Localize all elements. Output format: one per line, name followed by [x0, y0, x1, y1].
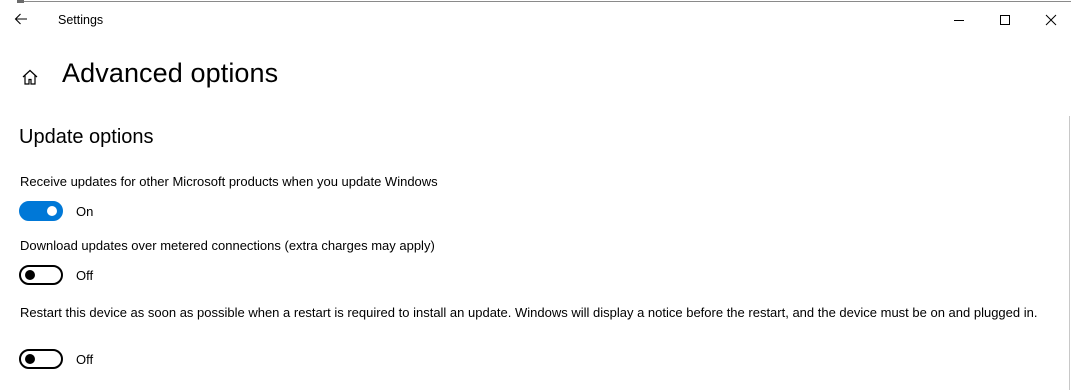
toggle-state-restart-asap: Off: [76, 352, 94, 367]
maximize-icon: [1000, 15, 1010, 25]
close-button[interactable]: [1028, 4, 1071, 36]
top-edge-line: [24, 1, 1071, 2]
toggle-knob: [25, 354, 35, 364]
toggle-knob: [25, 270, 35, 280]
window-title: Settings: [58, 13, 104, 27]
title-bar: Settings: [0, 4, 1071, 36]
toggle-other-products[interactable]: [19, 201, 63, 221]
window-top-edge: [0, 0, 1071, 3]
section-title: Update options: [19, 126, 154, 148]
minimize-button[interactable]: [936, 4, 982, 36]
toggle-restart-asap[interactable]: [19, 349, 63, 369]
close-icon: [1045, 14, 1057, 26]
top-edge-fragment: [17, 0, 24, 3]
minimize-icon: [954, 20, 964, 21]
toggle-knob: [47, 206, 57, 216]
setting-label-other-products: Receive updates for other Microsoft prod…: [20, 174, 438, 189]
toggle-state-other-products: On: [76, 204, 94, 219]
back-button[interactable]: [8, 6, 34, 32]
toggle-state-metered-connections: Off: [76, 268, 94, 283]
home-button[interactable]: [19, 66, 41, 88]
home-icon: [22, 69, 38, 85]
back-arrow-icon: [14, 13, 27, 25]
setting-label-restart-asap: Restart this device as soon as possible …: [20, 305, 1038, 320]
settings-window: Settings Advanced options Update options…: [0, 0, 1071, 390]
maximize-button[interactable]: [982, 4, 1028, 36]
page-title: Advanced options: [62, 58, 279, 88]
setting-label-metered-connections: Download updates over metered connection…: [20, 238, 435, 253]
toggle-metered-connections[interactable]: [19, 265, 63, 285]
scrollbar-track[interactable]: [1069, 116, 1070, 390]
